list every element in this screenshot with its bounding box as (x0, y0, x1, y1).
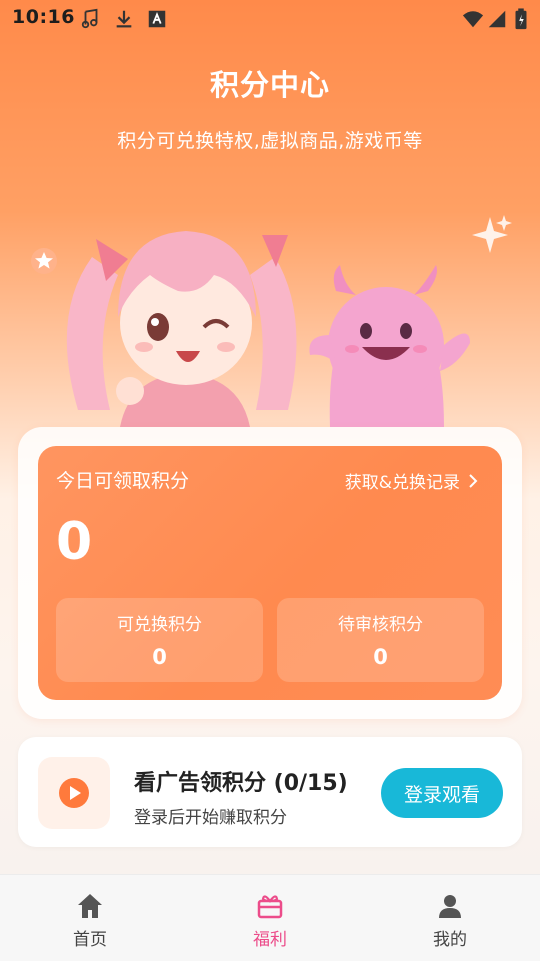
girl-character (66, 231, 297, 427)
nav-label-me: 我的 (433, 930, 467, 950)
redeemable-points-box: 可兑换积分 0 (56, 598, 263, 682)
login-watch-button[interactable]: 登录观看 (381, 768, 503, 818)
monster-character (309, 265, 470, 427)
pending-points-box: 待审核积分 0 (277, 598, 484, 682)
nav-label-home: 首页 (73, 930, 107, 950)
star-badge-icon (31, 248, 57, 274)
task-icon-box (38, 757, 110, 829)
nav-item-welfare[interactable]: 福利 (180, 875, 360, 961)
redeemable-points-value: 0 (152, 645, 167, 669)
music-note-icon (80, 8, 102, 30)
points-card: 今日可领取积分 获取&兑换记录 0 可兑换积分 0 待审核积分 0 (38, 446, 502, 700)
nav-label-welfare: 福利 (253, 930, 287, 950)
chevron-right-icon (469, 473, 478, 488)
mascot-illustration (31, 215, 512, 427)
download-icon (113, 8, 135, 30)
redeemable-points-label: 可兑换积分 (117, 615, 202, 635)
status-time: 10:16 (12, 6, 75, 28)
signal-icon (486, 8, 508, 30)
user-icon (435, 891, 465, 921)
ad-task-card: 看广告领积分 (0/15) 登录后开始赚取积分 登录观看 (18, 737, 522, 847)
page-subtitle: 积分可兑换特权,虚拟商品,游戏币等 (117, 130, 423, 152)
keyboard-icon (146, 8, 168, 30)
record-link-label: 获取&兑换记录 (344, 473, 460, 493)
home-icon (75, 891, 105, 921)
status-bar: 10:16 (0, 0, 540, 36)
play-icon (59, 778, 89, 808)
nav-item-home[interactable]: 首页 (0, 875, 180, 961)
nav-item-me[interactable]: 我的 (360, 875, 540, 961)
ad-task-title: 看广告领积分 (0/15) (134, 771, 348, 796)
wifi-icon (462, 8, 484, 30)
battery-icon (514, 8, 528, 30)
today-points-value: 0 (56, 512, 93, 572)
ad-task-description: 登录后开始赚取积分 (134, 808, 287, 828)
bottom-nav: 首页 福利 我的 (0, 874, 540, 961)
today-points-label: 今日可领取积分 (56, 470, 190, 492)
pending-points-label: 待审核积分 (338, 615, 423, 635)
gift-icon (255, 891, 285, 921)
record-link[interactable]: 获取&兑换记录 (345, 468, 480, 493)
sparkle-icon (472, 215, 512, 253)
pending-points-value: 0 (373, 645, 388, 669)
page-title: 积分中心 (209, 68, 330, 102)
